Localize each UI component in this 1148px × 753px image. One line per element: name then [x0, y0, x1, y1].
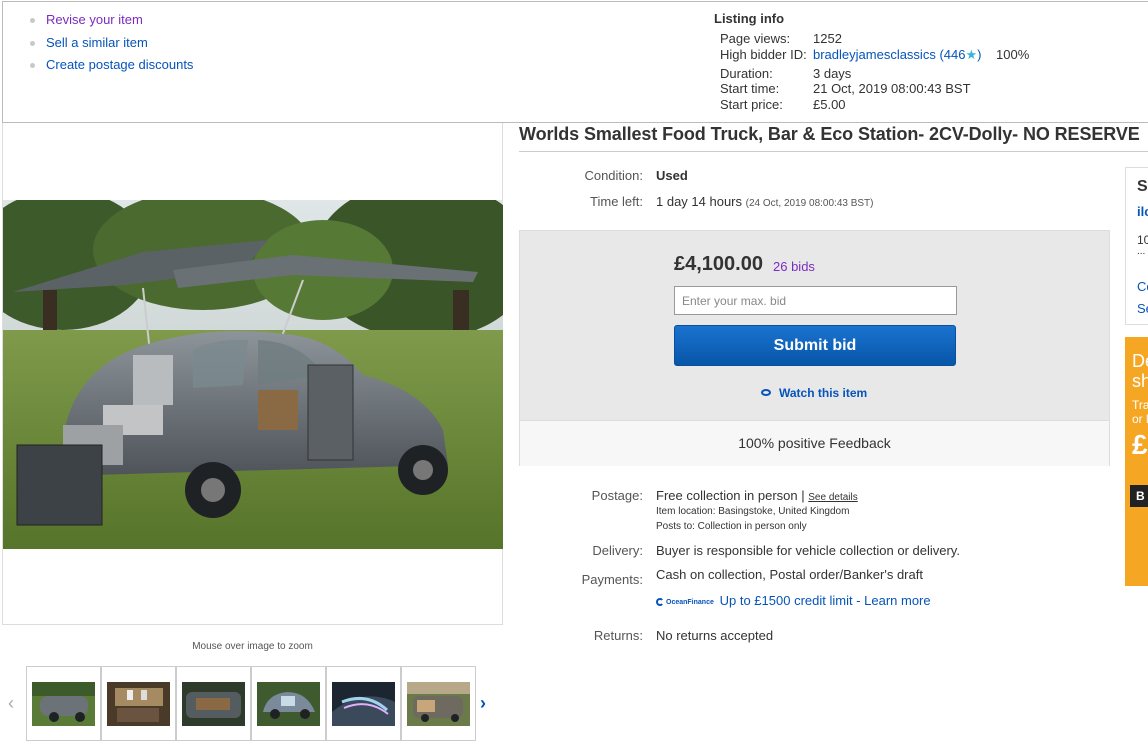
postage-value: Free collection in person | See details [656, 488, 858, 503]
condition-label: Condition: [584, 168, 643, 183]
seller-info-panel: S ilc 10 ... Co Se [1125, 167, 1148, 325]
thumbnail-2[interactable] [101, 666, 176, 741]
item-location: Item location: Basingstoke, United Kingd… [656, 506, 850, 517]
finance-ad-banner[interactable]: De sh Tra or l £ B [1125, 337, 1148, 586]
page-views-value: 1252 [813, 31, 842, 46]
title-divider [519, 151, 1148, 152]
seller-panel-heading: S [1137, 178, 1148, 195]
thumbnail-5[interactable] [326, 666, 401, 741]
sell-similar-link[interactable]: Sell a similar item [46, 35, 148, 50]
postage-discounts-link-item[interactable]: Create postage discounts [29, 57, 193, 80]
ocean-finance-logo: OceanFinance [656, 597, 716, 606]
postage-method: Free collection in person [656, 488, 798, 503]
watch-item-link[interactable]: Watch this item [761, 386, 867, 400]
ad-amount: £ [1132, 429, 1148, 460]
high-bidder-value: bradleyjamesclassics (446★) [813, 47, 982, 62]
contact-seller-link[interactable]: Co [1137, 279, 1148, 294]
thumbnail-3[interactable] [176, 666, 251, 741]
thumbnail-1[interactable] [26, 666, 101, 741]
time-left-value: 1 day 14 hours (24 Oct, 2019 08:00:43 BS… [656, 194, 874, 209]
listing-info-title: Listing info [714, 11, 785, 26]
bid-box: £4,100.00 26 bids Submit bid Watch this … [519, 230, 1110, 466]
thumbnail-4[interactable] [251, 666, 326, 741]
start-price-label: Start price: [720, 96, 783, 112]
thumbnail-6-image [407, 682, 470, 726]
high-bidder-label: High bidder ID: [720, 46, 807, 62]
listing-info: Listing info Page views: 1252 High bidde… [714, 11, 1114, 112]
high-bidder-row: High bidder ID: bradleyjamesclassics (44… [714, 47, 1114, 66]
thumbnail-3-image [182, 682, 245, 726]
time-left: 1 day 14 hours [656, 194, 743, 209]
thumbnails-prev-icon[interactable]: ‹ [8, 693, 22, 713]
page-views-row: Page views: 1252 [714, 31, 1114, 47]
seller-actions-list: Revise your item Sell a similar item Cre… [29, 12, 193, 80]
ad-headline-2: sh [1132, 371, 1148, 391]
start-price-value: £5.00 [813, 96, 846, 112]
thumbnail-1-image [32, 682, 95, 726]
seller-listing-box: Revise your item Sell a similar item Cre… [2, 1, 1148, 123]
seller-name-link[interactable]: ilc [1137, 204, 1148, 219]
high-bidder-link[interactable]: bradleyjamesclassics [813, 47, 936, 62]
ad-text-2: or l [1132, 412, 1148, 426]
feedback-star-icon: ★ [965, 46, 978, 62]
time-left-label: Time left: [590, 194, 643, 209]
thumbnail-5-image [332, 682, 395, 726]
watch-item-label: Watch this item [779, 386, 868, 400]
ad-headline-1: De [1132, 351, 1148, 371]
duration-value: 3 days [813, 65, 852, 81]
thumbnail-4-image [257, 682, 320, 726]
page-views-label: Page views: [720, 31, 791, 46]
main-image-panel[interactable] [2, 123, 503, 625]
credit-learn-more-link[interactable]: Up to £1500 credit limit - Learn more [720, 593, 931, 608]
start-time-label: Start time: [720, 81, 780, 96]
revise-item-link[interactable]: Revise your item [46, 12, 143, 27]
bidder-feedback-link[interactable]: (446★) [939, 47, 981, 62]
finance-offer: OceanFinance Up to £1500 credit limit - … [656, 593, 931, 608]
seller-feedback-summary: 100% positive Feedback [520, 420, 1109, 466]
sell-similar-link-item[interactable]: Sell a similar item [29, 35, 193, 58]
delivery-value: Buyer is responsible for vehicle collect… [656, 543, 960, 558]
bidder-feedback-score: 446 [943, 46, 966, 62]
submit-bid-button[interactable]: Submit bid [674, 325, 956, 366]
end-time: (24 Oct, 2019 08:00:43 BST) [745, 198, 874, 209]
see-details-link[interactable]: See details [808, 492, 857, 503]
start-price-row: Start price: £5.00 [714, 97, 1114, 113]
ocean-finance-ring-icon [656, 597, 664, 606]
payments-label: Payments: [581, 572, 643, 587]
current-price: £4,100.00 [674, 253, 763, 275]
postage-discounts-link[interactable]: Create postage discounts [46, 57, 193, 72]
start-time-row: Start time: 21 Oct, 2019 08:00:43 BST [714, 81, 1114, 97]
max-bid-input[interactable] [674, 286, 957, 315]
revise-item-link-item[interactable]: Revise your item [29, 12, 193, 35]
eye-icon [761, 389, 771, 396]
main-item-image[interactable] [3, 200, 503, 549]
returns-value: No returns accepted [656, 628, 774, 643]
duration-label: Duration: [720, 65, 773, 81]
bidder-positive-pct: 100% [996, 46, 1030, 62]
seller-score-more: ... [1137, 246, 1146, 257]
delivery-label: Delivery: [592, 543, 643, 558]
item-title: Worlds Smallest Food Truck, Bar & Eco St… [519, 124, 1140, 144]
see-other-items-link[interactable]: Se [1137, 301, 1148, 316]
thumbnail-6[interactable] [401, 666, 476, 741]
ad-text-1: Tra [1132, 398, 1148, 412]
postage-label: Postage: [591, 488, 643, 503]
seller-score: 10 [1137, 233, 1148, 247]
ad-cta-button[interactable]: B [1130, 485, 1148, 507]
thumbnails-next-icon[interactable]: › [480, 693, 494, 713]
returns-label: Returns: [593, 628, 643, 643]
zoom-hint: Mouse over image to zoom [192, 641, 313, 652]
food-truck-photo [3, 200, 503, 549]
posts-to: Posts to: Collection in person only [656, 521, 807, 532]
payments-value: Cash on collection, Postal order/Banker'… [656, 567, 923, 582]
duration-row: Duration: 3 days [714, 66, 1114, 82]
thumbnail-2-image [107, 682, 170, 726]
bid-count-link[interactable]: 26 bids [773, 259, 815, 274]
start-time-value: 21 Oct, 2019 08:00:43 BST [813, 81, 971, 96]
ocean-finance-logo-text: OceanFinance [666, 598, 714, 606]
condition-value: Used [656, 168, 688, 183]
